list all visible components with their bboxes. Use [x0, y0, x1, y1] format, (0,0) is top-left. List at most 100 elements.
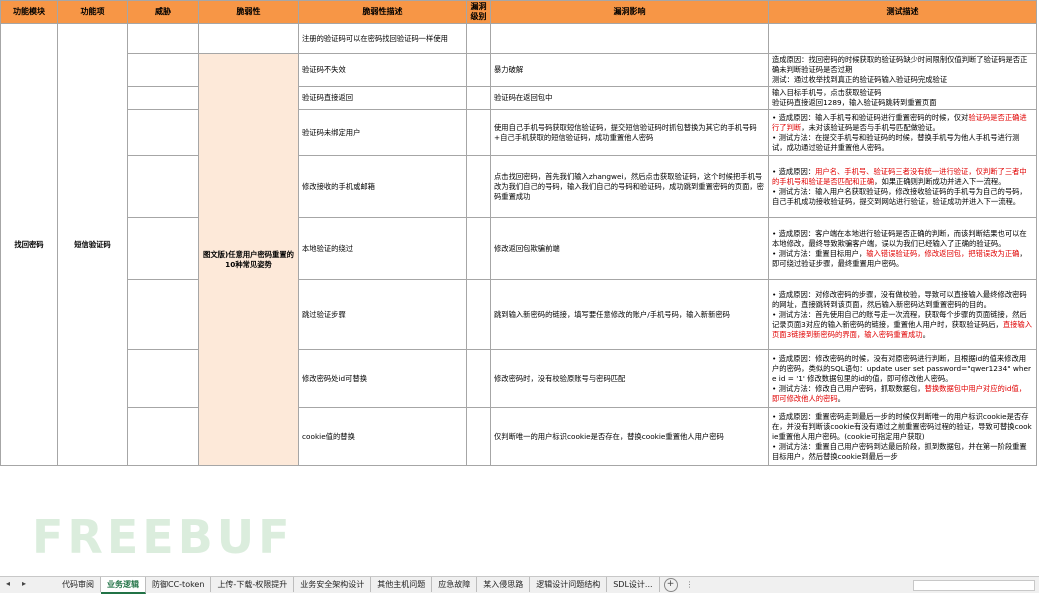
test-paragraph: • 测试方法：输入用户名获取验证码，修改接收验证码的手机号为自己的号码，自己手机… — [772, 187, 1033, 207]
text-segment: 造成原因：找回密码的时候获取的验证码缺少时间限制仅值判断了验证码是否正确未判断验… — [772, 55, 1028, 74]
cell-threat[interactable] — [127, 109, 199, 156]
cell-threat[interactable] — [127, 155, 199, 218]
cell-level[interactable] — [466, 155, 491, 218]
table-row: cookie值的替换 仅判断唯一的用户标识cookie是否存在，替换cookie重… — [1, 407, 1037, 466]
column-header[interactable]: 漏洞影响 — [490, 0, 769, 24]
test-paragraph: 验证码直接返回1289，输入验证码跳转到重置页面 — [772, 98, 1033, 108]
column-header[interactable]: 脆弱性 — [198, 0, 299, 24]
cell-level[interactable] — [466, 217, 491, 280]
cell-test-description[interactable]: • 造成原因：输入手机号和验证码进行重置密码的时候，仅对验证码是否正确进行了判断… — [768, 109, 1037, 156]
cell-test-description[interactable]: • 造成原因：用户名、手机号、验证码三者没有统一进行验证，仅判断了三者中的手机号… — [768, 155, 1037, 218]
scroll-left-icon[interactable]: ◂ — [6, 579, 10, 588]
add-sheet-icon[interactable]: + — [663, 578, 678, 592]
cell-test-description[interactable]: • 造成原因：重置密码走到最后一步的时候仅判断唯一的用户标识cookie是否存在… — [768, 407, 1037, 466]
sheet-tab[interactable]: 应急故障 — [432, 577, 478, 592]
sheet-tab[interactable]: 业务安全架构设计 — [294, 577, 372, 592]
sheet-tabs: 代码审阅 业务逻辑 防御CC-token 上传-下载-权限提升 业务安全架构设计 其他主机… — [56, 577, 694, 594]
cell-test-description[interactable]: 输入目标手机号，点击获取验证码 验证码直接返回1289，输入验证码跳转到重置页面 — [768, 86, 1037, 110]
highlight-text: 输入错误验证码，修改返回包，把错误改为正确 — [866, 248, 1020, 258]
cell-description[interactable]: cookie值的替换 — [298, 407, 467, 466]
text-segment: • 测试方法：首先使用自己的账号走一次流程，获取每个步骤的页面链接，然后记录页面… — [772, 309, 1027, 329]
cell-level[interactable] — [466, 86, 491, 110]
text-segment: • 造成原因：重置密码走到最后一步的时候仅判断唯一的用户标识cookie是否存在… — [772, 411, 1032, 441]
table-row: 验证码直接返回 验证码在返回包中 输入目标手机号，点击获取验证码 验证码直接返回128… — [1, 86, 1037, 110]
cell-impact[interactable]: 仅判断唯一的用户标识cookie是否存在，替换cookie重置他人用户密码 — [490, 407, 769, 466]
scroll-right-icon[interactable]: ▸ — [22, 579, 26, 588]
text-segment: • 造成原因：修改密码的时候，没有对原密码进行判断，且根据id的值来修改用户的密… — [772, 353, 1031, 383]
text-segment: • 造成原因： — [772, 166, 816, 176]
cell-test-description[interactable]: • 造成原因：对修改密码的步骤，没有做校验，导致可以直接输入最终修改密码的网址，… — [768, 279, 1037, 350]
sheet-tab[interactable]: 逻辑设计问题结构 — [530, 577, 608, 592]
cell-vulnerability[interactable]: 图文版)任意用户密码重置的10种常见姿势 — [198, 53, 299, 466]
table-row: 修改密码处id可替换 修改密码时，没有校验原账号与密码匹配 • 造成原因：修改密码的… — [1, 349, 1037, 408]
test-paragraph: • 造成原因：修改密码的时候，没有对原密码进行判断，且根据id的值来修改用户的密… — [772, 354, 1033, 384]
cell-description[interactable]: 修改密码处id可替换 — [298, 349, 467, 408]
text-segment: • 测试方法：在提交手机号和验证码的时候，替换手机号为他人手机号进行测试，成功通… — [772, 132, 1020, 152]
text-segment: ，未对该验证码是否与手机号匹配做验证。 — [801, 122, 940, 132]
column-header[interactable]: 测试描述 — [768, 0, 1037, 24]
test-paragraph: 造成原因：找回密码的时候获取的验证码缺少时间限制仅值判断了验证码是否正确未判断验… — [772, 55, 1033, 75]
text-segment: • 测试方法：输入用户名获取验证码，修改接收验证码的手机号为自己的号码，自己手机… — [772, 186, 1027, 206]
column-header[interactable]: 功能模块 — [0, 0, 58, 24]
cell-test-description[interactable]: 造成原因：找回密码的时候获取的验证码缺少时间限制仅值判断了验证码是否正确未判断验… — [768, 53, 1037, 87]
cell-description[interactable]: 验证码未绑定用户 — [298, 109, 467, 156]
cell-impact[interactable]: 跳到输入新密码的链接，填写要任意修改的账户/手机号码，输入新新密码 — [490, 279, 769, 350]
column-header[interactable]: 功能项 — [57, 0, 128, 24]
sheet-tab[interactable]: 某入侵思路 — [477, 577, 531, 592]
sheet-tab-bar: ◂ ▸ 代码审阅 业务逻辑 防御CC-token 上传-下载-权限提升 业务安全架构设计… — [0, 576, 1039, 594]
cell-description[interactable]: 修改接收的手机或邮箱 — [298, 155, 467, 218]
cell-threat[interactable] — [127, 279, 199, 350]
test-paragraph: • 测试方法：重置自己用户密码到达最后阶段，抓到数据包，并在第一阶段重置目标用户… — [772, 442, 1033, 462]
cell-impact[interactable]: 验证码在返回包中 — [490, 86, 769, 110]
splitter-icon[interactable]: ⋮ — [686, 577, 694, 593]
cell-test-description[interactable]: • 造成原因：客户端在本地进行验证码是否正确的判断，而该判断结果也可以在本地修改… — [768, 217, 1037, 280]
text-segment: 。 — [922, 329, 930, 339]
horizontal-scrollbar[interactable] — [913, 580, 1035, 591]
sheet-tab[interactable]: 业务逻辑 — [101, 577, 146, 594]
test-paragraph: 测试：通过枚举找到真正的验证码输入验证码完成验证 — [772, 75, 1033, 85]
text-segment: 。 — [837, 393, 845, 403]
column-header[interactable]: 漏洞级别 — [466, 0, 491, 24]
spreadsheet-grid[interactable]: 功能模块 功能项 威胁 脆弱性 脆弱性描述 漏洞级别 漏洞影响 测试描述 找回密码 短信验证码 注… — [0, 0, 1039, 576]
cell-description[interactable]: 验证码不失效 — [298, 53, 467, 87]
sheet-tab[interactable]: SDL设计... — [607, 577, 660, 592]
cell-threat[interactable] — [127, 53, 199, 87]
cell-level[interactable] — [466, 349, 491, 408]
cell-impact[interactable]: 修改密码时，没有校验原账号与密码匹配 — [490, 349, 769, 408]
cell-vulnerability[interactable] — [198, 23, 299, 54]
cell-threat[interactable] — [127, 407, 199, 466]
cell-level[interactable] — [466, 279, 491, 350]
column-header[interactable]: 脆弱性描述 — [298, 0, 467, 24]
cell-level[interactable] — [466, 109, 491, 156]
text-segment: • 测试方法：重置目标用户， — [772, 248, 867, 258]
text-segment: • 测试方法：修改自己用户密码，抓取数据包， — [772, 383, 925, 393]
cell-impact[interactable]: 使用自己手机号码获取短信验证码，提交短信验证码时抓包替换为其它的手机号码+自己手… — [490, 109, 769, 156]
cell-impact[interactable]: 修改返回包欺骗前端 — [490, 217, 769, 280]
cell-threat[interactable] — [127, 23, 199, 54]
cell-description[interactable]: 跳过验证步骤 — [298, 279, 467, 350]
sheet-tab[interactable]: 防御CC-token — [146, 577, 212, 592]
cell-threat[interactable] — [127, 349, 199, 408]
cell-level[interactable] — [466, 53, 491, 87]
cell-feature[interactable]: 短信验证码 — [57, 23, 128, 466]
cell-level[interactable] — [466, 407, 491, 466]
test-paragraph: • 测试方法：首先使用自己的账号走一次流程，获取每个步骤的页面链接，然后记录页面… — [772, 310, 1033, 340]
cell-impact[interactable]: 暴力破解 — [490, 53, 769, 87]
cell-description[interactable]: 验证码直接返回 — [298, 86, 467, 110]
cell-threat[interactable] — [127, 217, 199, 280]
cell-test-description[interactable]: • 造成原因：修改密码的时候，没有对原密码进行判断，且根据id的值来修改用户的密… — [768, 349, 1037, 408]
cell-impact[interactable]: 点击找回密码，首先我们输入zhangwei，然后点击获取验证码，这个时候把手机号… — [490, 155, 769, 218]
sheet-tab[interactable]: 代码审阅 — [56, 577, 101, 592]
test-paragraph: • 造成原因：重置密码走到最后一步的时候仅判断唯一的用户标识cookie是否存在… — [772, 412, 1033, 442]
cell-test-description[interactable] — [768, 23, 1037, 54]
sheet-tab[interactable]: 上传-下载-权限提升 — [211, 577, 295, 592]
cell-threat[interactable] — [127, 86, 199, 110]
column-header[interactable]: 威胁 — [127, 0, 199, 24]
cell-impact[interactable] — [490, 23, 769, 54]
sheet-tab[interactable]: 其他主机问题 — [371, 577, 433, 592]
text-segment: • 造成原因：输入手机号和验证码进行重置密码的时候，仅对 — [772, 112, 969, 122]
cell-module[interactable]: 找回密码 — [0, 23, 58, 466]
cell-description[interactable]: 本地验证的绕过 — [298, 217, 467, 280]
cell-description[interactable]: 注册的验证码可以在密码找回验证码一样使用 — [298, 23, 467, 54]
cell-level[interactable] — [466, 23, 491, 54]
